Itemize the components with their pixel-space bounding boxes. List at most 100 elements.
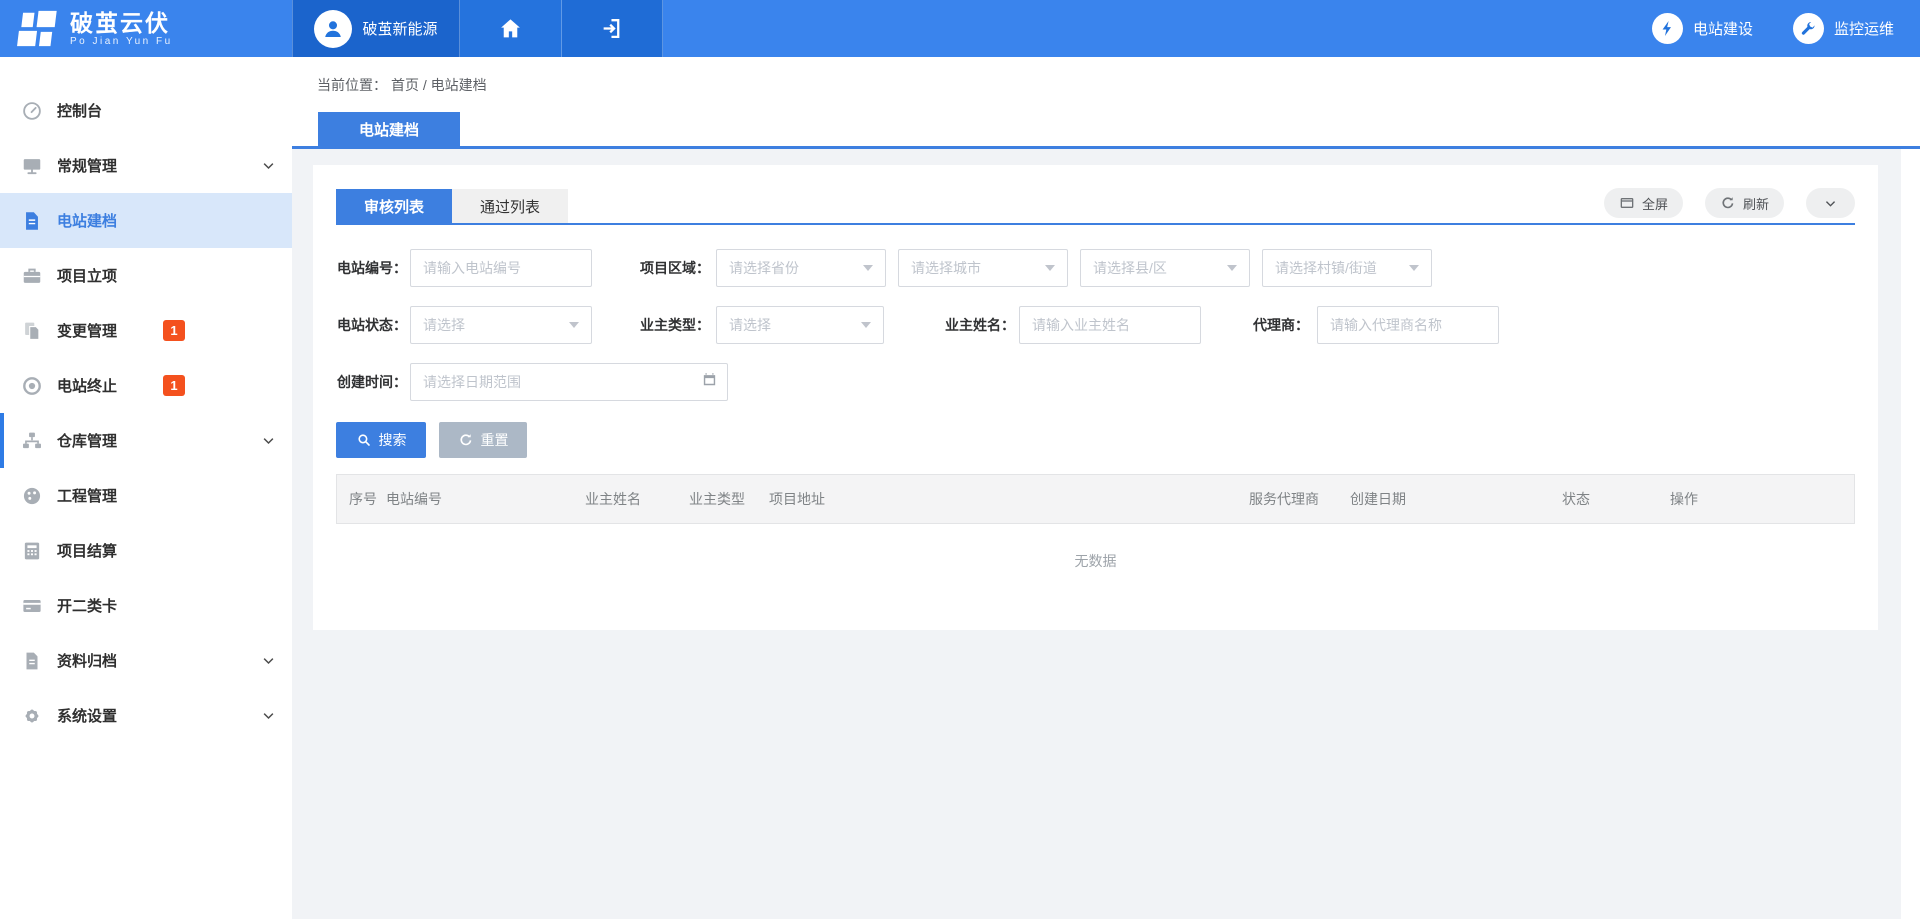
station-status-label: 电站状态： — [336, 315, 407, 335]
station-status-select[interactable]: 请选择 — [410, 306, 592, 344]
owner-name-label: 业主姓名： — [939, 315, 1015, 335]
logout-button[interactable] — [562, 0, 663, 57]
caret-down-icon — [1045, 265, 1055, 271]
chevron-down-icon — [261, 433, 276, 448]
sidebar-item-project-settlement[interactable]: 项目结算 — [0, 523, 292, 578]
agent-input[interactable] — [1317, 306, 1499, 344]
sidebar-item-change-mgmt[interactable]: 变更管理 1 — [0, 303, 292, 358]
chevron-down-icon — [261, 158, 276, 173]
caret-down-icon — [569, 322, 579, 328]
tab-passed-list[interactable]: 通过列表 — [452, 189, 568, 223]
lightning-icon — [1652, 13, 1683, 44]
region-label: 项目区域： — [640, 258, 710, 278]
wrench-icon — [1793, 13, 1824, 44]
created-time-label: 创建时间： — [336, 372, 407, 392]
sitemap-icon — [21, 430, 43, 452]
brand-logo[interactable]: 破茧云伏 Po Jian Yun Fu — [0, 0, 292, 57]
copy-icon — [21, 320, 43, 342]
sidebar-item-warehouse-mgmt[interactable]: 仓库管理 — [0, 413, 292, 468]
col-owner-type: 业主类型 — [689, 489, 769, 509]
search-button[interactable]: 搜索 — [336, 422, 426, 458]
brand-logo-icon — [14, 8, 60, 50]
sidebar-item-engineering-mgmt[interactable]: 工程管理 — [0, 468, 292, 523]
brand-title: 破茧云伏 — [70, 11, 173, 35]
tab-review-list[interactable]: 审核列表 — [336, 189, 452, 223]
fullscreen-icon — [1619, 195, 1635, 211]
county-select[interactable]: 请选择县/区 — [1080, 249, 1250, 287]
brand-subtitle: Po Jian Yun Fu — [70, 36, 173, 47]
owner-type-label: 业主类型： — [640, 315, 710, 335]
user-menu[interactable]: 破茧新能源 — [292, 0, 460, 57]
nav-monitor-ops-label: 监控运维 — [1834, 18, 1894, 39]
fullscreen-button[interactable]: 全屏 — [1604, 188, 1683, 218]
user-avatar-icon — [314, 10, 352, 48]
city-select[interactable]: 请选择城市 — [898, 249, 1068, 287]
search-icon — [356, 432, 372, 448]
gear-icon — [21, 705, 43, 727]
user-name: 破茧新能源 — [362, 18, 437, 39]
sidebar-item-general-mgmt[interactable]: 常规管理 — [0, 138, 292, 193]
file-icon — [21, 650, 43, 672]
chevron-down-icon — [261, 708, 276, 723]
owner-name-input[interactable] — [1019, 306, 1201, 344]
home-button[interactable] — [460, 0, 562, 57]
refresh-button[interactable]: 刷新 — [1705, 188, 1784, 218]
sidebar-item-station-archive[interactable]: 电站建档 — [0, 193, 292, 248]
reset-icon — [458, 432, 474, 448]
owner-type-select[interactable]: 请选择 — [716, 306, 884, 344]
province-select[interactable]: 请选择省份 — [716, 249, 886, 287]
calculator-icon — [21, 540, 43, 562]
page-tab-bar: 电站建档 — [292, 112, 1920, 149]
briefcase-icon — [21, 265, 43, 287]
collapse-button[interactable] — [1806, 188, 1855, 218]
col-station-no: 电站编号 — [386, 489, 585, 509]
col-owner-name: 业主姓名 — [585, 489, 689, 509]
sidebar: 控制台 常规管理 电站建档 项目立项 — [0, 57, 292, 919]
sidebar-item-open-class2-card[interactable]: 开二类卡 — [0, 578, 292, 633]
col-created-date: 创建日期 — [1350, 489, 1562, 509]
agent-label: 代理商： — [1247, 315, 1309, 335]
nav-station-build[interactable]: 电站建设 — [1652, 0, 1753, 57]
target-icon — [21, 375, 43, 397]
scrollbar-track[interactable] — [1901, 149, 1920, 919]
caret-down-icon — [863, 265, 873, 271]
sidebar-item-data-archive[interactable]: 资料归档 — [0, 633, 292, 688]
bank-card-icon — [21, 595, 43, 617]
town-select[interactable]: 请选择村镇/街道 — [1262, 249, 1432, 287]
palette-icon — [21, 485, 43, 507]
panel-tab-bar: 审核列表 通过列表 全屏 刷新 — [336, 188, 1855, 225]
reset-button[interactable]: 重置 — [439, 422, 527, 458]
filter-form: 电站编号： 项目区域： 请选择省份 请选择城市 请选择县/区 请选择村镇/街道 … — [336, 249, 1855, 401]
page-tab-station-archive[interactable]: 电站建档 — [318, 112, 460, 146]
panel-card: 审核列表 通过列表 全屏 刷新 — [313, 165, 1878, 630]
change-mgmt-badge: 1 — [163, 320, 185, 341]
sidebar-item-station-termination[interactable]: 电站终止 1 — [0, 358, 292, 413]
main-area: 当前位置： 首页 / 电站建档 电站建档 审核列表 通过列表 全屏 — [292, 57, 1920, 919]
document-icon — [21, 210, 43, 232]
monitor-icon — [21, 155, 43, 177]
col-status: 状态 — [1562, 489, 1670, 509]
caret-down-icon — [1409, 265, 1419, 271]
nav-station-build-label: 电站建设 — [1693, 18, 1753, 39]
table-header: 序号 电站编号 业主姓名 业主类型 项目地址 服务代理商 创建日期 状态 操作 — [336, 474, 1855, 524]
empty-state: 无数据 — [336, 524, 1855, 607]
col-actions: 操作 — [1670, 489, 1854, 509]
date-range-input[interactable] — [410, 363, 728, 401]
breadcrumb-prefix: 当前位置： — [317, 75, 387, 95]
breadcrumb-path[interactable]: 首页 / 电站建档 — [391, 75, 487, 95]
chevron-down-icon — [261, 653, 276, 668]
breadcrumb: 当前位置： 首页 / 电站建档 — [292, 57, 1920, 112]
caret-down-icon — [1227, 265, 1237, 271]
col-project-address: 项目地址 — [769, 489, 1249, 509]
col-index: 序号 — [349, 489, 386, 509]
station-termination-badge: 1 — [163, 375, 185, 396]
station-no-label: 电站编号： — [336, 258, 407, 278]
logout-icon — [600, 16, 625, 41]
caret-down-icon — [861, 322, 871, 328]
sidebar-item-project-initiation[interactable]: 项目立项 — [0, 248, 292, 303]
nav-monitor-ops[interactable]: 监控运维 — [1793, 0, 1894, 57]
sidebar-item-system-settings[interactable]: 系统设置 — [0, 688, 292, 743]
sidebar-item-dashboard[interactable]: 控制台 — [0, 83, 292, 138]
station-no-input[interactable] — [410, 249, 592, 287]
top-navbar: 破茧云伏 Po Jian Yun Fu 破茧新能源 电站建设 监控运维 — [0, 0, 1920, 57]
